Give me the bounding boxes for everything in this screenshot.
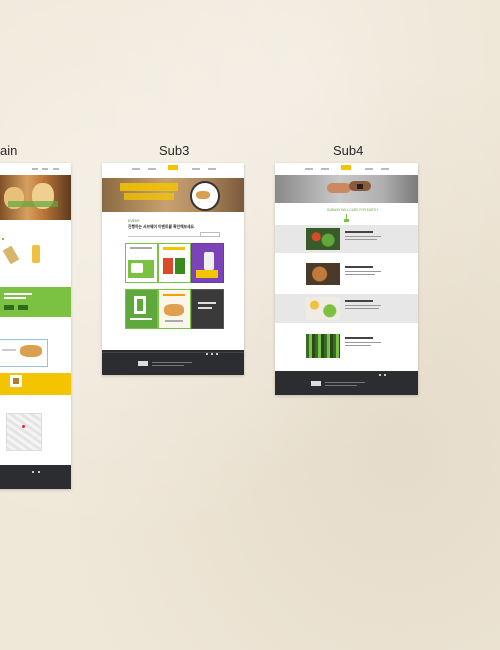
main-map [6, 413, 42, 451]
sub4-section-4 [275, 331, 418, 361]
sub3-event-tile-4[interactable] [125, 289, 158, 329]
sub4-label: Sub4 [333, 143, 364, 158]
sub3-section-tag: EVENT [128, 219, 140, 223]
main-product-1 [2, 245, 20, 265]
sub3-event-tile-5[interactable] [158, 289, 191, 329]
sub3-page-thumbnail: EVENT 진행하는 서브웨이 이벤트를 확인해보세요. [102, 163, 244, 375]
sub3-section-title: 진행하는 서브웨이 이벤트를 확인해보세요. [128, 225, 196, 229]
sub4-section-1 [275, 225, 418, 253]
sub4-nav [275, 163, 418, 175]
sub4-section-3 [275, 294, 418, 323]
sub4-logo [341, 165, 351, 170]
main-nav [0, 163, 71, 175]
sub3-event-tile-3[interactable] [191, 243, 224, 283]
sub4-section-2 [275, 260, 418, 288]
sub3-label: Sub3 [159, 143, 190, 158]
presentation-canvas: { "labels": { "main": "ain", "sub3": "Su… [0, 0, 500, 650]
main-product-2 [32, 245, 40, 263]
sub4-page-thumbnail: SUBWAY WILL CARE FOR EARTH [275, 163, 418, 395]
sub3-logo [168, 165, 178, 170]
main-label: ain [0, 143, 18, 158]
main-footer [0, 465, 71, 489]
main-green-banner [0, 287, 71, 317]
sub4-footer [275, 371, 418, 395]
sub4-headline: SUBWAY WILL CARE FOR EARTH [327, 208, 378, 212]
sub3-event-tile-1[interactable] [125, 243, 158, 283]
sub3-event-tile-6[interactable] [191, 289, 224, 329]
sub3-event-tile-2[interactable] [158, 243, 191, 283]
sub3-footer [102, 350, 244, 375]
sub3-nav [102, 163, 244, 175]
main-page-thumbnail [0, 163, 71, 489]
